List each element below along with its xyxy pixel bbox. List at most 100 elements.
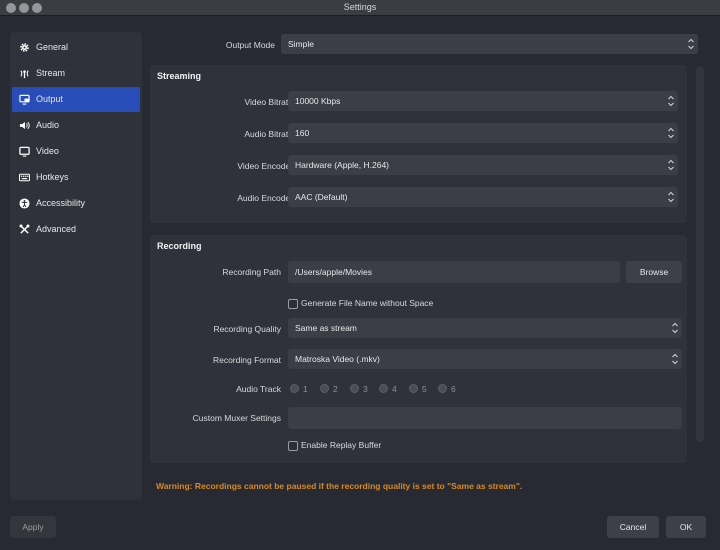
audio-track-row: Audio Track 1 2 3 4 5 6 — [150, 378, 700, 400]
audio-track-option-label: 1 — [303, 384, 308, 394]
audio-track-radio-5[interactable] — [409, 384, 418, 393]
audio-bitrate-select[interactable]: 160 — [288, 123, 678, 143]
audio-bitrate-row: Audio Bitrate 160 — [150, 123, 700, 145]
updown-chevron-icon — [672, 322, 678, 334]
streaming-title: Streaming — [157, 71, 202, 81]
updown-chevron-icon — [688, 38, 694, 50]
audio-bitrate-label: Audio Bitrate — [244, 129, 293, 139]
sidebar-item-hotkeys[interactable]: Hotkeys — [12, 165, 140, 190]
recording-quality-row: Recording Quality Same as stream — [150, 318, 700, 340]
video-bitrate-row: Video Bitrate 10000 Kbps — [150, 91, 700, 113]
window-title: Settings — [343, 2, 377, 12]
custom-muxer-row: Custom Muxer Settings — [150, 407, 700, 429]
warning-message: Warning: Recordings cannot be paused if … — [156, 481, 523, 491]
audio-encoder-value: AAC (Default) — [295, 192, 348, 202]
updown-chevron-icon — [668, 159, 674, 171]
video-encoder-value: Hardware (Apple, H.264) — [295, 160, 390, 170]
replay-buffer-row: Enable Replay Buffer — [150, 435, 700, 457]
generate-name-checkbox[interactable] — [288, 299, 298, 309]
sidebar-item-label: Advanced — [36, 224, 77, 234]
audio-track-option-label: 5 — [422, 384, 427, 394]
replay-buffer-checkbox[interactable] — [288, 441, 298, 451]
video-encoder-label: Video Encoder — [237, 161, 293, 171]
recording-quality-label: Recording Quality — [213, 324, 281, 334]
sidebar-item-general[interactable]: General — [12, 35, 140, 60]
keyboard-icon — [19, 173, 30, 182]
settings-sidebar: General Stream Output Audio Video Hotkey… — [10, 32, 142, 500]
recording-path-value: /Users/apple/Movies — [295, 267, 373, 277]
recording-format-row: Recording Format Matroska Video (.mkv) — [150, 349, 700, 371]
output-mode-row: Output Mode Simple — [150, 34, 700, 56]
audio-track-radio-3[interactable] — [350, 384, 359, 393]
replay-buffer-label: Enable Replay Buffer — [301, 440, 382, 450]
gear-icon — [20, 43, 29, 52]
video-encoder-select[interactable]: Hardware (Apple, H.264) — [288, 155, 678, 175]
custom-muxer-input[interactable] — [288, 407, 682, 429]
output-settings-panel: Output Mode Simple Streaming Video Bitra… — [150, 32, 700, 500]
audio-track-label: Audio Track — [236, 384, 281, 394]
video-bitrate-spinbox[interactable]: 10000 Kbps — [288, 91, 678, 111]
audio-track-radio-6[interactable] — [438, 384, 447, 393]
sidebar-item-label: Stream — [36, 68, 66, 78]
audio-track-option-label: 4 — [392, 384, 397, 394]
updown-chevron-icon — [668, 127, 674, 139]
output-mode-value: Simple — [288, 39, 314, 49]
sidebar-item-advanced[interactable]: Advanced — [12, 217, 140, 242]
audio-track-radio-2[interactable] — [320, 384, 329, 393]
audio-track-option-label: 6 — [451, 384, 456, 394]
updown-chevron-icon — [672, 353, 678, 365]
recording-format-value: Matroska Video (.mkv) — [295, 354, 380, 364]
sidebar-item-accessibility[interactable]: Accessibility — [12, 191, 140, 216]
audio-encoder-select[interactable]: AAC (Default) — [288, 187, 678, 207]
recording-quality-select[interactable]: Same as stream — [288, 318, 682, 338]
updown-chevron-icon — [668, 191, 674, 203]
cancel-button[interactable]: Cancel — [607, 516, 659, 538]
browse-button[interactable]: Browse — [626, 261, 682, 283]
speaker-icon — [19, 121, 30, 130]
sidebar-item-output[interactable]: Output — [12, 87, 140, 112]
sidebar-item-label: Accessibility — [36, 198, 86, 208]
apply-button[interactable]: Apply — [10, 516, 56, 538]
audio-track-radio-1[interactable] — [290, 384, 299, 393]
sidebar-item-label: Hotkeys — [36, 172, 69, 182]
audio-encoder-row: Audio Encoder AAC (Default) — [150, 187, 700, 209]
generate-name-label: Generate File Name without Space — [301, 298, 434, 308]
recording-title: Recording — [157, 241, 202, 251]
monitor-output-icon — [19, 94, 30, 105]
sidebar-item-label: General — [36, 42, 69, 52]
recording-format-label: Recording Format — [212, 355, 281, 365]
audio-encoder-label: Audio Encoder — [237, 193, 293, 203]
audio-bitrate-value: 160 — [295, 128, 310, 138]
streaming-group: Streaming Video Bitrate 10000 Kbps Audio… — [150, 65, 687, 223]
recording-path-label: Recording Path — [222, 267, 281, 277]
sidebar-item-video[interactable]: Video — [12, 139, 140, 164]
video-bitrate-value: 10000 Kbps — [295, 96, 341, 106]
tools-icon — [19, 224, 30, 234]
output-mode-select[interactable]: Simple — [281, 34, 698, 54]
ok-button[interactable]: OK — [666, 516, 706, 538]
display-icon — [19, 146, 30, 157]
generate-name-row: Generate File Name without Space — [150, 293, 700, 315]
sidebar-item-label: Video — [36, 146, 59, 156]
antenna-icon — [20, 70, 29, 79]
audio-track-option-label: 3 — [363, 384, 368, 394]
recording-quality-value: Same as stream — [295, 323, 357, 333]
stepper-icon[interactable] — [667, 94, 675, 108]
sidebar-item-label: Audio — [36, 120, 60, 130]
title-bar: Settings — [0, 0, 720, 16]
sidebar-item-stream[interactable]: Stream — [12, 61, 140, 86]
recording-path-input[interactable]: /Users/apple/Movies — [288, 261, 620, 283]
settings-scrollbar[interactable] — [696, 66, 704, 442]
audio-track-option-label: 2 — [333, 384, 338, 394]
custom-muxer-label: Custom Muxer Settings — [192, 413, 281, 423]
video-encoder-row: Video Encoder Hardware (Apple, H.264) — [150, 155, 700, 177]
accessibility-icon — [19, 198, 30, 209]
recording-group: Recording Recording Path /Users/apple/Mo… — [150, 235, 687, 463]
video-bitrate-label: Video Bitrate — [244, 97, 293, 107]
sidebar-item-label: Output — [36, 94, 64, 104]
audio-track-radio-4[interactable] — [379, 384, 388, 393]
recording-path-row: Recording Path /Users/apple/Movies Brows… — [150, 261, 700, 283]
sidebar-item-audio[interactable]: Audio — [12, 113, 140, 138]
output-mode-label: Output Mode — [225, 40, 275, 50]
recording-format-select[interactable]: Matroska Video (.mkv) — [288, 349, 682, 369]
